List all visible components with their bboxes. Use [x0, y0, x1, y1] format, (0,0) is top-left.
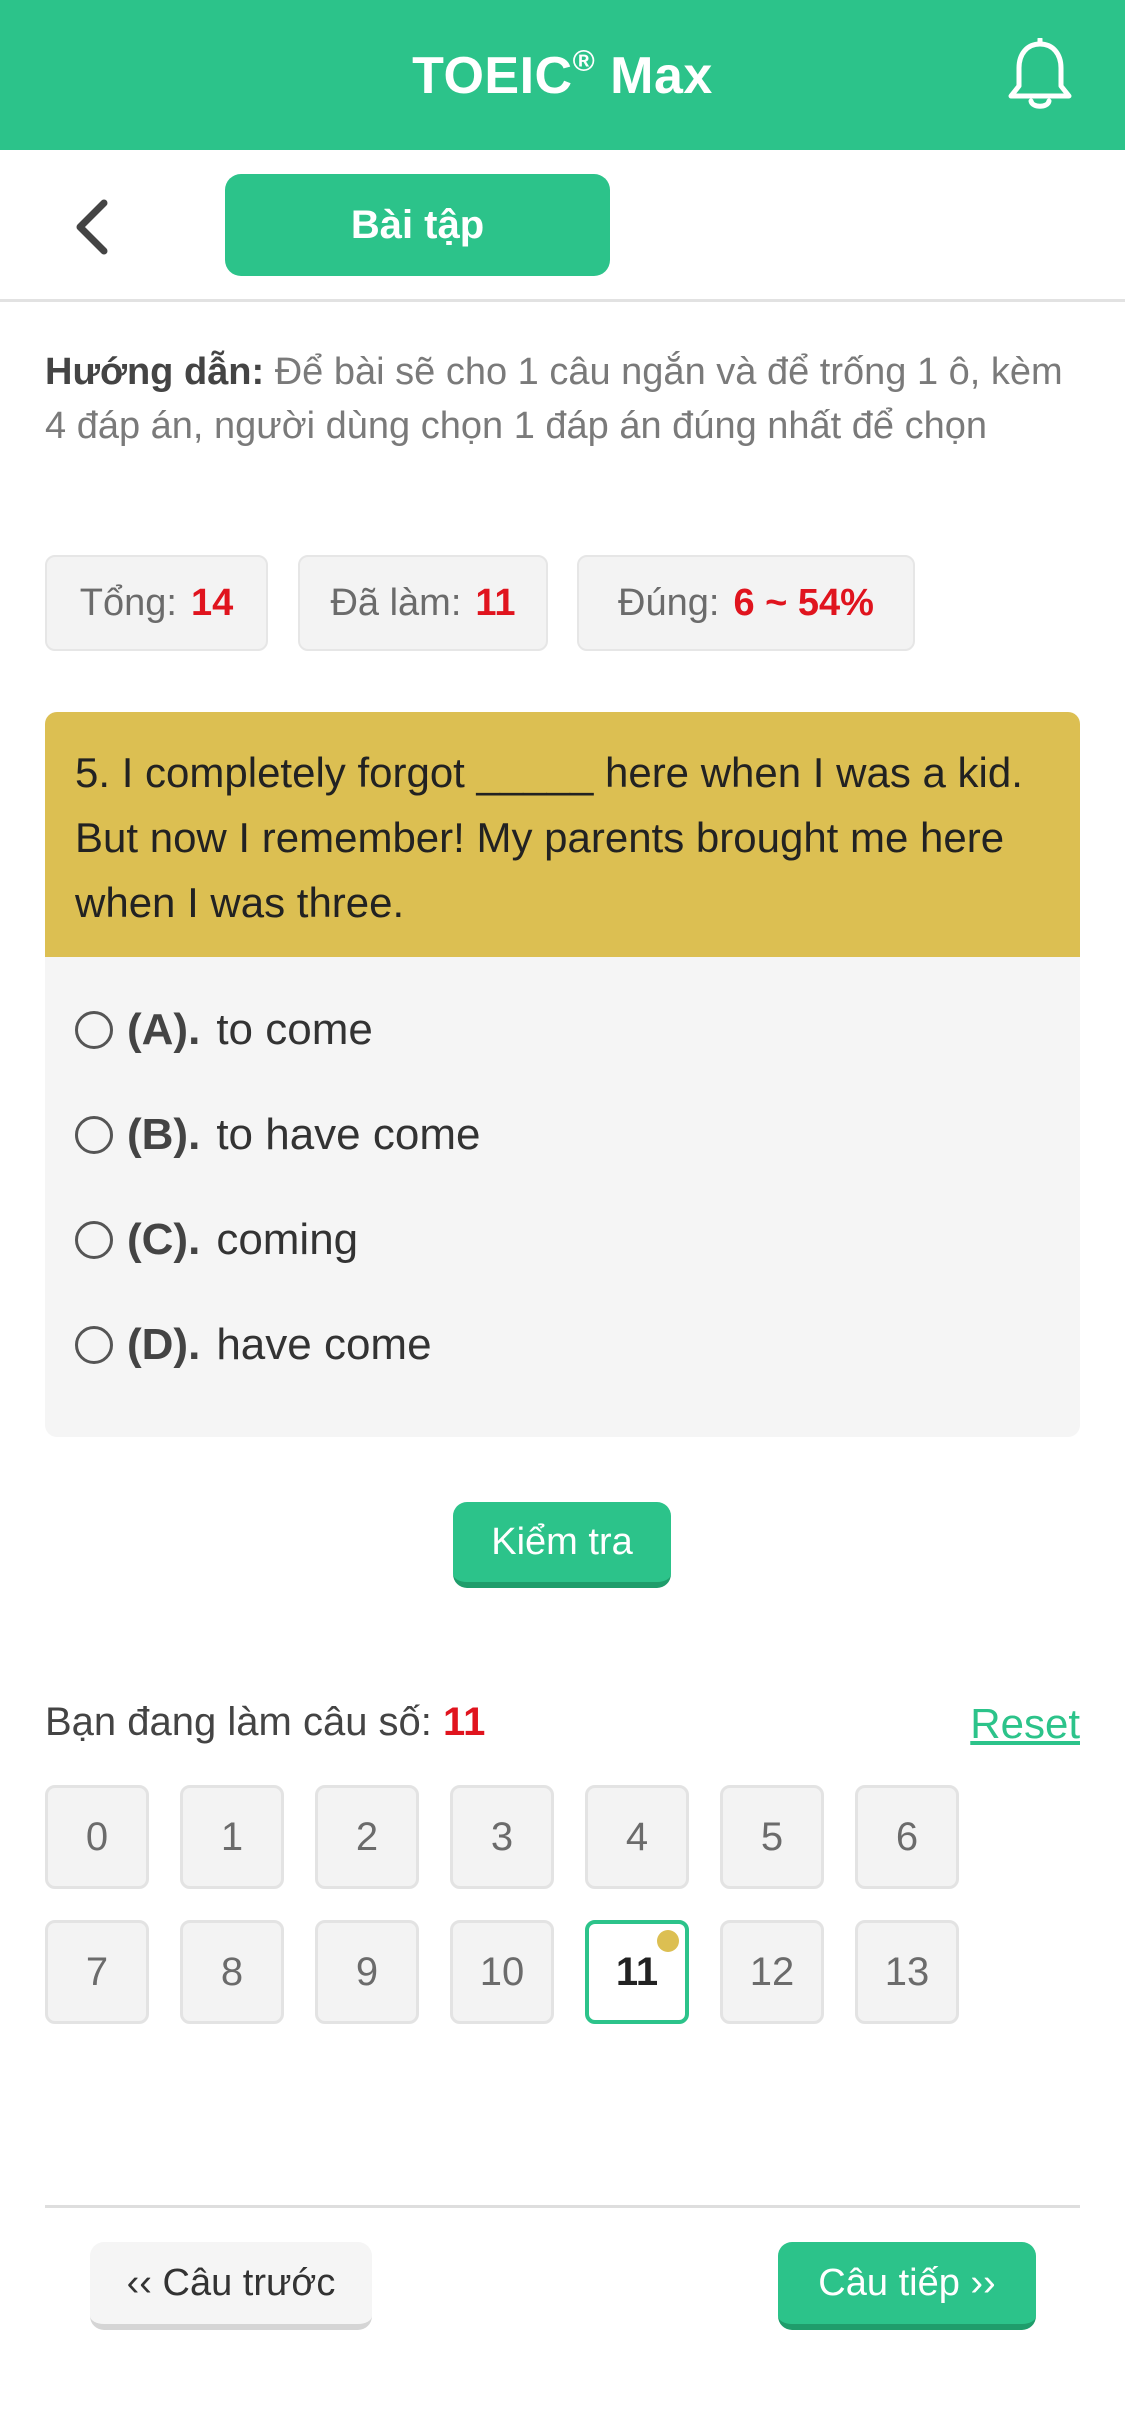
radio-icon[interactable] [75, 1220, 113, 1259]
active-number-label: 11 [615, 1949, 659, 1994]
check-button[interactable]: Kiểm tra [453, 1502, 671, 1588]
current-question-indicator: Bạn đang làm câu số: 11 [45, 1700, 485, 1745]
instruction: Hướng dẫn: Để bài sẽ cho 1 câu ngắn và đ… [45, 345, 1085, 453]
current-dot-icon [657, 1930, 679, 1952]
app-title-main: TOEIC [412, 46, 573, 105]
current-question-number: 11 [443, 1700, 486, 1744]
footer-divider [45, 2205, 1080, 2208]
instruction-label: Hướng dẫn: [45, 351, 265, 393]
registered-mark: ® [572, 44, 596, 78]
chevron-left-icon [76, 199, 108, 255]
option-text: to have come [216, 1109, 481, 1159]
option-a[interactable]: (A). to come [45, 977, 1080, 1082]
question-text: 5. I completely forgot _____ here when I… [45, 712, 1080, 957]
question-card: 5. I completely forgot _____ here when I… [45, 712, 1080, 1437]
question-number-12[interactable]: 12 [720, 1920, 824, 2024]
option-b[interactable]: (B). to have come [45, 1082, 1080, 1187]
stat-correct-value: 6 ~ 54% [733, 581, 874, 624]
stat-done-label: Đã làm: [330, 581, 462, 624]
question-number-9[interactable]: 9 [315, 1920, 419, 2024]
option-text: to come [216, 1004, 373, 1054]
radio-icon[interactable] [75, 1010, 113, 1049]
question-number-3[interactable]: 3 [450, 1785, 554, 1889]
question-number-2[interactable]: 2 [315, 1785, 419, 1889]
radio-icon[interactable] [75, 1325, 113, 1364]
subheader: Bài tập [0, 150, 1125, 302]
question-number-5[interactable]: 5 [720, 1785, 824, 1889]
question-number-6[interactable]: 6 [855, 1785, 959, 1889]
app-title: TOEIC® Max [412, 45, 713, 106]
answer-options: (A). to come (B). to have come (C). comi… [45, 957, 1080, 1397]
stat-done: Đã làm: 11 [298, 555, 548, 651]
question-number-7[interactable]: 7 [45, 1920, 149, 2024]
question-number-1[interactable]: 1 [180, 1785, 284, 1889]
current-question-label: Bạn đang làm câu số: [45, 1700, 444, 1744]
stat-total-value: 14 [190, 581, 234, 624]
option-text: coming [216, 1214, 359, 1264]
option-c[interactable]: (C). coming [45, 1187, 1080, 1292]
option-key: (A). [127, 1004, 201, 1054]
question-number-11-active[interactable]: 11 [585, 1920, 689, 2024]
option-text: have come [216, 1319, 432, 1369]
stat-done-value: 11 [475, 581, 516, 624]
stat-total-label: Tổng: [79, 581, 177, 624]
previous-question-button[interactable]: ‹‹ Câu trước [90, 2242, 372, 2330]
question-number-8[interactable]: 8 [180, 1920, 284, 2024]
option-key: (D). [127, 1319, 201, 1369]
option-d[interactable]: (D). have come [45, 1292, 1080, 1397]
option-key: (B). [127, 1109, 201, 1159]
app-header: TOEIC® Max [0, 0, 1125, 150]
question-number-4[interactable]: 4 [585, 1785, 689, 1889]
question-number-13[interactable]: 13 [855, 1920, 959, 2024]
radio-icon[interactable] [75, 1115, 113, 1154]
stat-correct-label: Đúng: [618, 581, 720, 624]
back-button[interactable] [62, 192, 122, 262]
next-question-button[interactable]: Câu tiếp ›› [778, 2242, 1036, 2330]
question-number-0[interactable]: 0 [45, 1785, 149, 1889]
option-key: (C). [127, 1214, 201, 1264]
question-number-10[interactable]: 10 [450, 1920, 554, 2024]
tab-exercise[interactable]: Bài tập [225, 174, 610, 276]
stat-correct: Đúng: 6 ~ 54% [577, 555, 915, 651]
bell-icon[interactable] [1005, 36, 1075, 114]
reset-link[interactable]: Reset [970, 1700, 1080, 1748]
stat-total: Tổng: 14 [45, 555, 268, 651]
app-title-suffix: Max [595, 46, 713, 105]
